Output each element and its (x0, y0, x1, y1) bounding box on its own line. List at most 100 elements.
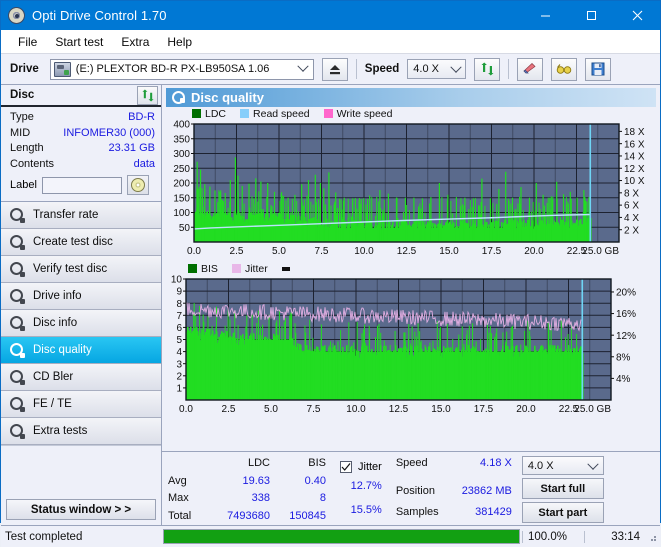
svg-text:350: 350 (173, 134, 190, 145)
progress-bar (163, 529, 520, 544)
results-avg-jitter: 12.7% (350, 480, 382, 493)
results-avg-ldc: 19.63 (242, 474, 270, 487)
results-avg-bis: 0.40 (304, 474, 326, 487)
svg-text:250: 250 (173, 164, 190, 175)
svg-text:16 X: 16 X (624, 139, 645, 150)
position-stat-key: Position (395, 484, 435, 497)
sidebar-item-label: FE / TE (33, 398, 72, 410)
sidebar-item-cd-bler[interactable]: CD Bler (1, 364, 161, 391)
jitter-checkbox[interactable] (340, 461, 352, 474)
sidebar-item-disc-info[interactable]: Disc info (1, 310, 161, 337)
refresh-button[interactable] (474, 57, 501, 81)
legend-label-bis: BIS (201, 262, 218, 275)
results-max-ldc: 338 (251, 492, 270, 504)
status-bar: Test completed 100.0% 33:14 (1, 525, 660, 547)
status-window-button[interactable]: Status window > > (6, 499, 156, 520)
sidebar-item-extra-tests[interactable]: Extra tests (1, 418, 161, 445)
disc-label-row: Label (10, 175, 155, 195)
title-bar: Opti Drive Control 1.70 (1, 1, 660, 30)
progress-percent: 100.0% (522, 530, 584, 543)
legend-swatch-write-speed (323, 109, 333, 118)
drive-icon (53, 61, 71, 77)
drive-select[interactable]: (E:) PLEXTOR BD-R PX-LB950SA 1.06 (49, 58, 314, 80)
svg-text:2.5: 2.5 (230, 246, 244, 257)
sidebar-item-drive-info[interactable]: Drive info (1, 283, 161, 310)
svg-text:1: 1 (176, 384, 182, 395)
disc-info-row-length: Length 23.31 GB (10, 141, 155, 157)
chevron-down-icon (446, 60, 465, 79)
speed-select[interactable]: 4.0 X (407, 59, 467, 79)
disc-mid-value: INFOMER30 (000) (63, 126, 155, 139)
jitter-toggle[interactable]: Jitter (340, 456, 382, 478)
ldc-chart[interactable]: 400 350 300 250 200 150 100 50 18 X 16 X 14 X 12 X1… (166, 120, 656, 260)
legend-swatch-extra (281, 266, 290, 271)
disc-header: Disc (1, 85, 161, 107)
start-full-button[interactable]: Start full (521, 478, 604, 499)
sidebar-item-label: Disc quality (33, 344, 92, 356)
glasses-button[interactable] (551, 57, 578, 81)
svg-text:100: 100 (173, 208, 190, 219)
window-controls (522, 1, 660, 30)
svg-text:400: 400 (173, 120, 190, 131)
disc-test-icon (10, 207, 25, 223)
legend-label-write-speed: Write speed (336, 107, 393, 120)
disc-contents-key: Contents (10, 157, 55, 170)
resize-grip-icon[interactable] (646, 531, 658, 543)
speed-stats-column: Speed 4.18 X Position 23862 MB Samples 3… (396, 456, 512, 525)
svg-text:2 X: 2 X (624, 225, 639, 236)
svg-text:25.0 GB: 25.0 GB (582, 246, 619, 257)
bis-chart[interactable]: 10 9 8 7 6 5 4 3 2 1 20% 16% 12% 8% 4% 0.0 2.5 5.0 7.5 10.0… (166, 275, 656, 418)
disc-refresh-button[interactable] (137, 85, 158, 105)
drive-toolbar: Drive (E:) PLEXTOR BD-R PX-LB950SA 1.06 … (1, 54, 660, 85)
menu-item-extra[interactable]: Extra (112, 33, 158, 51)
disc-detect-button[interactable] (126, 175, 149, 195)
sidebar-item-transfer-rate[interactable]: Transfer rate (1, 202, 161, 229)
drive-label: Drive (10, 63, 39, 75)
svg-text:16%: 16% (616, 309, 636, 320)
svg-text:12.5: 12.5 (397, 246, 417, 257)
app-disc-icon (8, 7, 25, 24)
erase-button[interactable] (517, 57, 544, 81)
disc-info-row-type: Type BD-R (10, 110, 155, 126)
results-header-bis: BIS (308, 457, 326, 469)
jitter-label: Jitter (358, 460, 382, 473)
disc-label-input[interactable] (41, 176, 122, 194)
charts-area: LDC Read speed Write speed 400 350 300 250 2… (162, 107, 660, 451)
toolbar-divider-2 (508, 59, 510, 79)
svg-text:12 X: 12 X (624, 164, 645, 175)
svg-text:2: 2 (176, 371, 182, 382)
minimize-icon[interactable] (522, 1, 568, 30)
svg-text:17.5: 17.5 (474, 404, 494, 415)
svg-text:4: 4 (176, 347, 182, 358)
close-icon[interactable] (614, 1, 660, 30)
menu-item-start-test[interactable]: Start test (46, 33, 112, 51)
eject-button[interactable] (321, 57, 348, 81)
menu-item-help[interactable]: Help (158, 33, 201, 51)
sidebar-item-label: CD Bler (33, 371, 74, 383)
test-speed-value: 4.0 X (527, 459, 554, 472)
sidebar-item-disc-quality[interactable]: Disc quality (1, 337, 161, 364)
bis-chart-svg: 1098765432 1 20% 16% 12% 8% 4% 0.0 2.5 5.0 7.5 10.0… (171, 275, 636, 415)
test-speed-select[interactable]: 4.0 X (521, 456, 604, 475)
toolbar-divider (355, 59, 357, 79)
sidebar-item-fe-te[interactable]: FE / TE (1, 391, 161, 418)
disc-info-row-mid: MID INFOMER30 (000) (10, 126, 155, 142)
start-part-button[interactable]: Start part (521, 502, 604, 523)
speed-label: Speed (364, 63, 400, 75)
maximize-icon[interactable] (568, 1, 614, 30)
sidebar-item-create-test-disc[interactable]: Create test disc (1, 229, 161, 256)
disc-contents-value: data (133, 157, 155, 170)
legend-label-jitter: Jitter (244, 262, 268, 275)
speed-stat-key: Speed (395, 457, 428, 469)
legend-swatch-bis (188, 264, 197, 273)
svg-text:50: 50 (179, 223, 191, 234)
menu-item-file[interactable]: File (9, 33, 46, 51)
disc-info-row-contents: Contents data (10, 157, 155, 173)
svg-text:200: 200 (173, 179, 190, 190)
svg-text:10: 10 (171, 275, 183, 286)
svg-text:10 X: 10 X (624, 176, 645, 187)
save-button[interactable] (585, 57, 612, 81)
results-max-bis: 8 (319, 492, 326, 504)
svg-text:20.0: 20.0 (516, 404, 536, 415)
sidebar-item-verify-test-disc[interactable]: Verify test disc (1, 256, 161, 283)
